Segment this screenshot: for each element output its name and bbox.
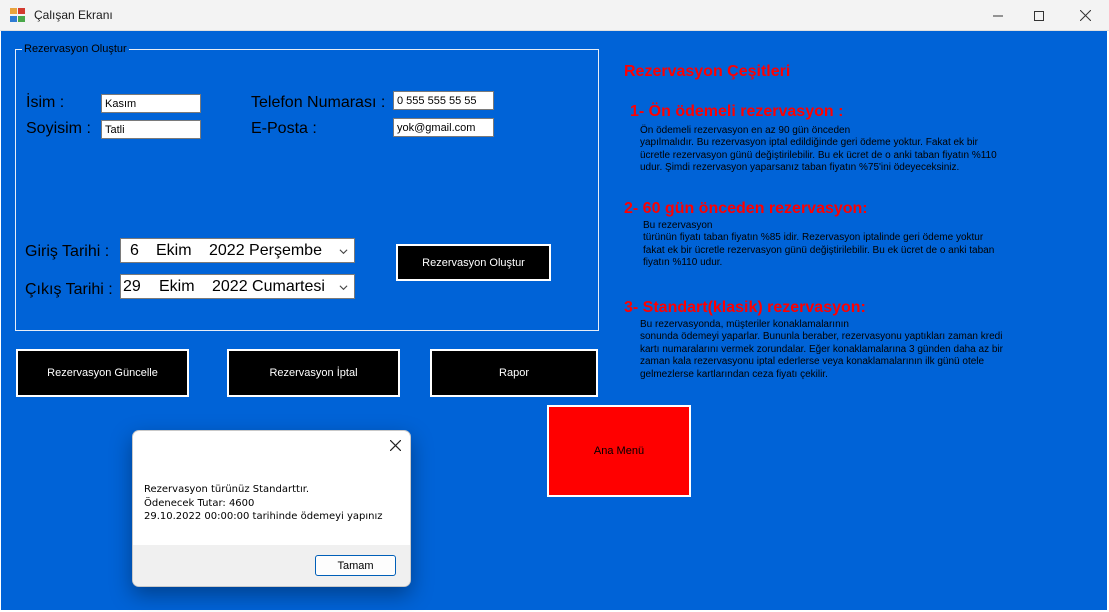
message-text: Rezervasyon türünüz Standarttır. Ödenece…	[144, 483, 383, 524]
message-box: Rezervasyon türünüz Standarttır. Ödenece…	[132, 430, 411, 587]
email-label: E-Posta :	[251, 120, 317, 137]
checkout-day: 29	[123, 278, 141, 295]
checkin-day: 6	[130, 242, 139, 259]
update-reservation-button[interactable]: Rezervasyon Güncelle	[16, 349, 189, 397]
type2-description: Bu rezervasyon türünün fiyatı taban fiya…	[643, 220, 995, 269]
maximize-button[interactable]	[1016, 0, 1062, 31]
type2-title: 2- 60 gün önceden rezervasyon:	[624, 200, 868, 217]
main-menu-button[interactable]: Ana Menü	[547, 405, 691, 497]
title-bar: Çalışan Ekranı	[0, 0, 1109, 31]
message-box-close-button[interactable]	[384, 433, 406, 457]
cancel-reservation-button[interactable]: Rezervasyon İptal	[227, 349, 400, 397]
close-button[interactable]	[1062, 0, 1108, 31]
type1-description: Ön ödemeli rezervasyon en az 90 gün önce…	[640, 125, 997, 174]
maximize-icon	[1034, 10, 1044, 21]
surname-label: Soyisim :	[26, 120, 91, 137]
name-input[interactable]: Kasım	[101, 94, 201, 113]
message-line: Ödenecek Tutar: 4600	[144, 497, 255, 509]
message-line: Rezervasyon türünüz Standarttır.	[144, 484, 310, 495]
close-icon	[389, 439, 401, 451]
checkin-rest: 2022 Perşembe	[209, 242, 322, 259]
name-label: İsim :	[26, 94, 65, 111]
checkin-label: Giriş Tarihi :	[25, 243, 110, 260]
window-title: Çalışan Ekranı	[34, 8, 113, 22]
type1-title: 1- Ön ödemeli rezervasyon :	[630, 103, 844, 120]
chevron-down-icon	[339, 285, 348, 291]
ok-button[interactable]: Tamam	[315, 555, 396, 576]
type3-title: 3- Standart(klasik) rezervasyon:	[624, 299, 866, 316]
message-box-footer: Tamam	[133, 545, 410, 586]
checkin-date-picker[interactable]: 6 Ekim 2022 Perşembe	[120, 238, 355, 263]
email-input[interactable]: yok@gmail.com	[393, 118, 494, 137]
checkout-date-picker[interactable]: 29 Ekim 2022 Cumartesi	[120, 274, 355, 299]
close-icon	[1079, 10, 1091, 21]
create-reservation-button[interactable]: Rezervasyon Oluştur	[396, 244, 551, 281]
phone-label: Telefon Numarası :	[251, 94, 386, 111]
surname-input[interactable]: Tatli	[101, 120, 201, 139]
checkout-month: Ekim	[159, 278, 195, 295]
minimize-icon	[993, 15, 1003, 16]
checkin-month: Ekim	[156, 242, 192, 259]
groupbox-title: Rezervasyon Oluştur	[22, 43, 129, 55]
phone-input[interactable]: 0 555 555 55 55	[393, 91, 494, 110]
checkout-rest: 2022 Cumartesi	[212, 278, 325, 295]
report-button[interactable]: Rapor	[430, 349, 598, 397]
type3-description: Bu rezervasyonda, müşteriler konaklamala…	[640, 319, 1003, 380]
message-line: 29.10.2022 00:00:00 tarihinde ödemeyi ya…	[144, 511, 383, 522]
chevron-down-icon	[339, 249, 348, 255]
checkout-label: Çıkış Tarihi :	[25, 281, 113, 298]
minimize-button[interactable]	[975, 0, 1021, 31]
app-icon	[10, 8, 26, 23]
reservation-types-title: Rezervasyon Çeşitleri	[624, 63, 791, 80]
